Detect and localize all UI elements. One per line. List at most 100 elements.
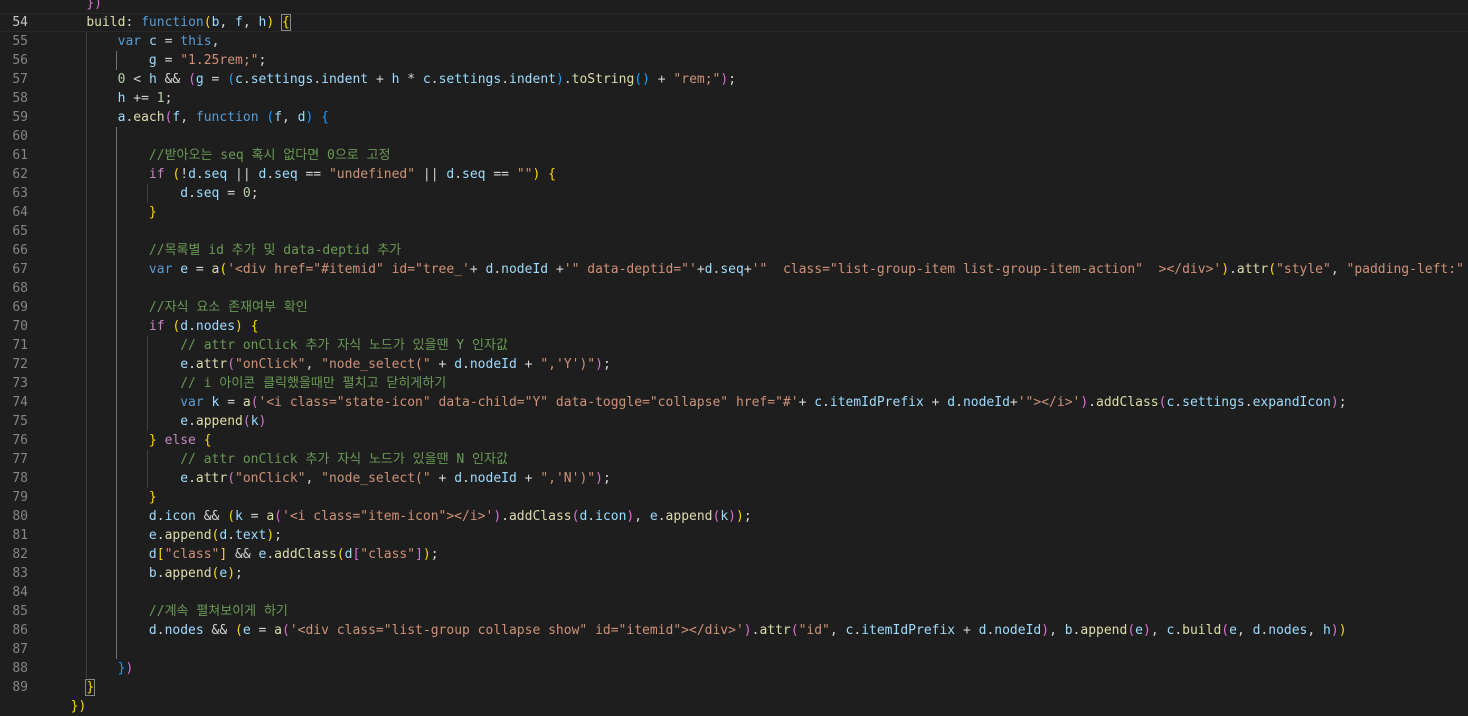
code-line[interactable]: 80 d.icon && (k = a('<i class="item-icon… — [0, 507, 1468, 526]
code-text: d.nodes && (e = a('<div class="list-grou… — [55, 621, 1347, 640]
code-line[interactable]: 63 d.seq = 0; — [0, 184, 1468, 203]
code-token: 0 — [242, 186, 251, 201]
code-token: d — [148, 547, 157, 562]
line-number: 55 — [12, 34, 28, 49]
code-line[interactable]: 59 a.each(f, function (f, d) { — [0, 108, 1468, 127]
code-token: * — [399, 72, 423, 87]
code-line[interactable]: 71 // attr onClick 추가 자식 노드가 있을땐 Y 인자값 — [0, 336, 1468, 355]
code-token: this — [180, 34, 212, 49]
code-token: '<div class="list-group collapse show" i… — [289, 623, 744, 638]
code-line[interactable]: 70 if (d.nodes) { — [0, 317, 1468, 336]
code-token: . — [266, 167, 275, 182]
code-token: settings — [1182, 395, 1245, 410]
code-line[interactable]: 67 var e = a('<div href="#itemid" id="tr… — [0, 260, 1468, 279]
code-token: == — [297, 167, 329, 182]
code-line[interactable]: 56 g = "1.25rem;"; — [0, 51, 1468, 70]
code-token: ",'N')" — [540, 471, 596, 486]
code-line[interactable]: 58 h += 1; — [0, 89, 1468, 108]
code-line[interactable]: 86 d.nodes && (e = a('<div class="list-g… — [0, 621, 1468, 640]
code-token: . — [657, 509, 666, 524]
code-line[interactable]: 88 }) — [0, 659, 1468, 678]
code-text: //받아오는 seq 혹시 없다면 0으로 고정 — [55, 146, 391, 165]
code-token: nodes — [164, 623, 204, 638]
code-token: e — [180, 471, 189, 486]
code-token: ; — [235, 566, 243, 581]
code-line[interactable]: 66 //목록별 id 추가 및 data-deptid 추가 — [0, 241, 1468, 260]
code-line[interactable]: 62 if (!d.seq || d.seq == "undefined" ||… — [0, 165, 1468, 184]
code-text: d["class"] && e.addClass(d["class"]); — [55, 545, 439, 564]
code-token: f — [274, 110, 283, 125]
code-line[interactable]: 74 var k = a('<i class="state-icon" data… — [0, 393, 1468, 412]
code-line[interactable]: 54 build: function(b, f, h) { — [0, 13, 1468, 32]
code-line[interactable]: 65 — [0, 222, 1468, 241]
code-token: = — [250, 623, 275, 638]
code-token: ( — [203, 15, 212, 30]
code-line[interactable]: 78 e.attr("onClick", "node_select(" + d.… — [0, 469, 1468, 488]
code-token: . — [1244, 395, 1253, 410]
code-line[interactable]: 69 //자식 요소 존재여부 확인 — [0, 298, 1468, 317]
code-line[interactable]: 60 — [0, 127, 1468, 146]
code-token: ) — [1330, 623, 1339, 638]
code-token: "node_select(" — [321, 357, 431, 372]
line-number: 57 — [12, 72, 28, 87]
code-line[interactable]: }) — [0, 0, 1468, 13]
code-line[interactable]: 76 } else { — [0, 431, 1468, 450]
code-token: ) — [422, 547, 431, 562]
code-token: ) — [1330, 395, 1339, 410]
code-line[interactable]: 61 //받아오는 seq 혹시 없다면 0으로 고정 — [0, 146, 1468, 165]
code-token: + — [516, 471, 541, 486]
code-text: b.append(e); — [55, 564, 243, 583]
code-line[interactable]: 77 // attr onClick 추가 자식 노드가 있을땐 N 인자값 — [0, 450, 1468, 469]
code-line[interactable]: 85 //계속 펼쳐보이게 하기 — [0, 602, 1468, 621]
code-line[interactable]: 73 // i 아이콘 클릭했을때만 펼치고 닫히게하기 — [0, 374, 1468, 393]
code-token: function — [195, 110, 259, 125]
code-line[interactable]: 89 } — [0, 678, 1468, 697]
code-token: } — [148, 205, 157, 220]
code-token: ; — [743, 509, 752, 524]
code-text: e.append(k) — [55, 412, 266, 431]
code-token: nodeId — [962, 395, 1010, 410]
code-token: }) — [70, 699, 87, 714]
code-token: "class" — [164, 547, 220, 562]
code-token: . — [462, 357, 470, 372]
code-token: '<div href="#itemid" id="tree_' — [227, 262, 470, 277]
code-token: d — [148, 623, 157, 638]
code-line[interactable]: 68 — [0, 279, 1468, 298]
code-line[interactable]: 87 — [0, 640, 1468, 659]
code-text: var c = this, — [55, 32, 220, 51]
code-line[interactable]: 84 — [0, 583, 1468, 602]
code-token: '<i class="state-icon" data-child="Y" da… — [258, 395, 799, 410]
code-token: a — [274, 623, 282, 638]
code-line[interactable]: 72 e.attr("onClick", "node_select(" + d.… — [0, 355, 1468, 374]
code-token: . — [501, 509, 509, 524]
code-token: indent — [509, 72, 556, 87]
code-token: append — [665, 509, 713, 524]
code-token: ; — [602, 471, 611, 486]
code-token: { — [250, 319, 259, 334]
code-line[interactable]: }) — [0, 697, 1468, 716]
code-line[interactable]: 81 e.append(d.text); — [0, 526, 1468, 545]
code-token: < — [125, 72, 149, 87]
code-token: "style" — [1276, 262, 1331, 277]
code-token: a — [242, 395, 251, 410]
code-token: ) — [1143, 623, 1151, 638]
code-line[interactable]: 83 b.append(e); — [0, 564, 1468, 583]
code-token: . — [313, 72, 322, 87]
code-token: d — [148, 509, 157, 524]
code-line[interactable]: 79 } — [0, 488, 1468, 507]
code-token: //자식 요소 존재여부 확인 — [148, 300, 308, 315]
code-token: "class" — [360, 547, 416, 562]
code-text: if (!d.seq || d.seq == "undefined" || d.… — [55, 165, 556, 184]
code-token: . — [462, 471, 470, 486]
code-token: , — [829, 623, 846, 638]
code-line[interactable]: 64 } — [0, 203, 1468, 222]
code-line[interactable]: 75 e.append(k) — [0, 412, 1468, 431]
code-line[interactable]: 82 d["class"] && e.addClass(d["class"]); — [0, 545, 1468, 564]
code-line[interactable]: 55 var c = this, — [0, 32, 1468, 51]
code-editor[interactable]: }) 54 build: function(b, f, h) {55 var c … — [0, 0, 1468, 714]
line-number: 61 — [12, 148, 28, 163]
code-token: d — [188, 167, 196, 182]
code-line[interactable]: 57 0 < h && (g = (c.settings.indent + h … — [0, 70, 1468, 89]
